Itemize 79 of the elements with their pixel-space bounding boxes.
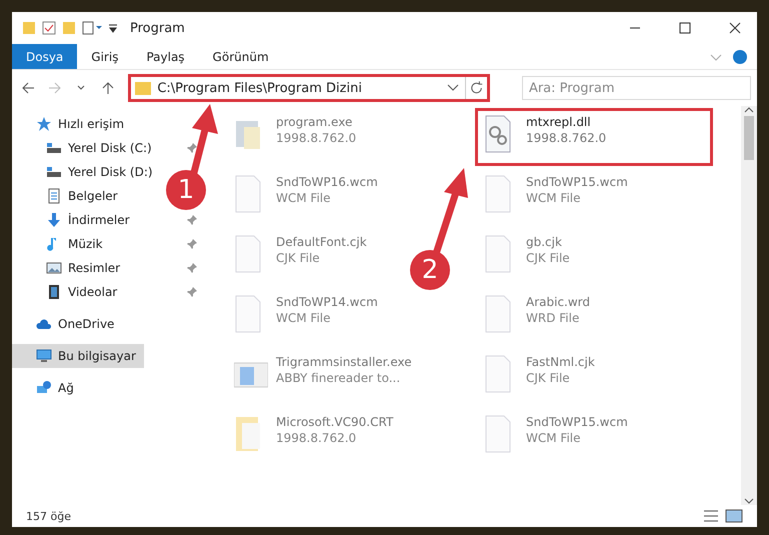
file-name: Microsoft.VC90.CRT [276, 415, 394, 429]
scrollbar-thumb[interactable] [744, 116, 754, 160]
file-item[interactable]: DefaultFont.cjk CJK File [225, 228, 376, 286]
large-icons-view-icon[interactable] [725, 509, 743, 523]
file-name: SndToWP15.wcm [526, 175, 628, 189]
dropdown-icon[interactable] [108, 23, 118, 33]
details-view-icon[interactable] [703, 509, 719, 523]
file-name: DefaultFont.cjk [276, 235, 367, 249]
properties-icon[interactable] [82, 21, 102, 35]
up-arrow-icon [101, 81, 116, 95]
file-item[interactable]: FastNml.cjk CJK File [475, 348, 604, 406]
file-name: SndToWP16.wcm [276, 175, 378, 189]
disk-icon [46, 164, 62, 180]
folder-icon [22, 21, 36, 35]
video-icon [46, 284, 62, 300]
file-name: gb.cjk [526, 235, 563, 249]
file-item[interactable]: SndToWP16.wcm WCM File [225, 168, 387, 226]
file-name: FastNml.cjk [526, 355, 595, 369]
item-count: 157 öğe [26, 510, 72, 522]
ribbon-tab[interactable]: Dosya [12, 44, 78, 69]
file-item[interactable]: Trigrammsinstaller.exe ABBY finereader to... [225, 348, 421, 406]
file-name: Arabic.wrd [526, 295, 590, 309]
chevron-down-icon [77, 85, 86, 91]
sidebar-item[interactable]: Hızlı erişim [12, 112, 132, 136]
address-bar[interactable]: C:\Program Files\Program Dizini [128, 74, 490, 102]
file-item[interactable]: Microsoft.VC90.CRT 1998.8.762.0 [225, 408, 402, 466]
file-name: SndToWP14.wcm [276, 295, 378, 309]
download-icon [46, 212, 62, 228]
file-detail: ABBY finereader to... [276, 371, 402, 385]
sidebar-item[interactable]: OneDrive [12, 312, 122, 336]
file-item[interactable]: gb.cjk CJK File [475, 228, 579, 286]
window-title: Program [130, 20, 186, 36]
file-item[interactable]: mtxrepl.dll 1998.8.762.0 [475, 108, 713, 166]
sidebar-item[interactable]: Ağ [12, 376, 82, 400]
file-item[interactable]: SndToWP15.wcm WCM File [475, 168, 637, 226]
disk-icon [46, 140, 62, 156]
file-detail: 1998.8.762.0 [276, 131, 356, 145]
checklist-icon[interactable] [42, 21, 56, 35]
sidebar-item[interactable]: Videolar [12, 280, 126, 304]
scroll-up-icon[interactable] [744, 106, 754, 114]
maximize-icon [679, 22, 691, 34]
file-detail: CJK File [526, 371, 571, 385]
sidebar-item[interactable]: İndirmeler [12, 208, 138, 232]
file-name: program.exe [276, 115, 354, 129]
sidebar-item[interactable]: Bu bilgisayar [12, 344, 144, 368]
file-name: SndToWP15.wcm [526, 415, 628, 429]
scroll-down-icon[interactable] [744, 497, 754, 505]
computer-icon [36, 348, 52, 364]
file-detail: CJK File [276, 251, 321, 265]
file-item[interactable]: program.exe 1998.8.762.0 [225, 108, 366, 166]
sidebar-item[interactable]: Müzik [12, 232, 111, 256]
file-detail: 1998.8.762.0 [276, 431, 358, 445]
doc-icon [46, 188, 62, 204]
forward-arrow-icon [48, 81, 62, 95]
file-detail: 1998.8.762.0 [526, 131, 606, 145]
dropdown-icon[interactable] [446, 84, 459, 92]
picture-icon [46, 260, 62, 276]
file-name: Trigrammsinstaller.exe [276, 355, 412, 369]
back-arrow-icon [21, 81, 36, 95]
star-icon [36, 116, 52, 132]
network-icon [36, 380, 52, 396]
sidebar-item[interactable]: Yerel Disk (C:) [12, 136, 160, 160]
close-icon [729, 22, 741, 34]
file-item[interactable]: SndToWP14.wcm WCM File [225, 288, 387, 346]
file-detail: WCM File [276, 311, 332, 325]
file-detail: WRD File [526, 311, 580, 325]
scrollbar[interactable] [741, 106, 757, 505]
file-detail: WCM File [526, 431, 582, 445]
search-field[interactable]: Ara: Program [522, 76, 752, 100]
file-item[interactable]: SndToWP15.wcm WCM File [475, 408, 637, 466]
sidebar-item[interactable]: Belgeler [12, 184, 126, 208]
file-item[interactable]: Arabic.wrd WRD File [475, 288, 600, 346]
sidebar-item[interactable]: Resimler [12, 256, 128, 280]
file-detail: WCM File [276, 191, 332, 205]
file-name: mtxrepl.dll [526, 115, 592, 129]
folder-icon [135, 81, 152, 95]
sidebar-item[interactable]: Yerel Disk (D:) [12, 160, 161, 184]
file-detail: CJK File [526, 251, 570, 265]
file-detail: WCM File [526, 191, 582, 205]
